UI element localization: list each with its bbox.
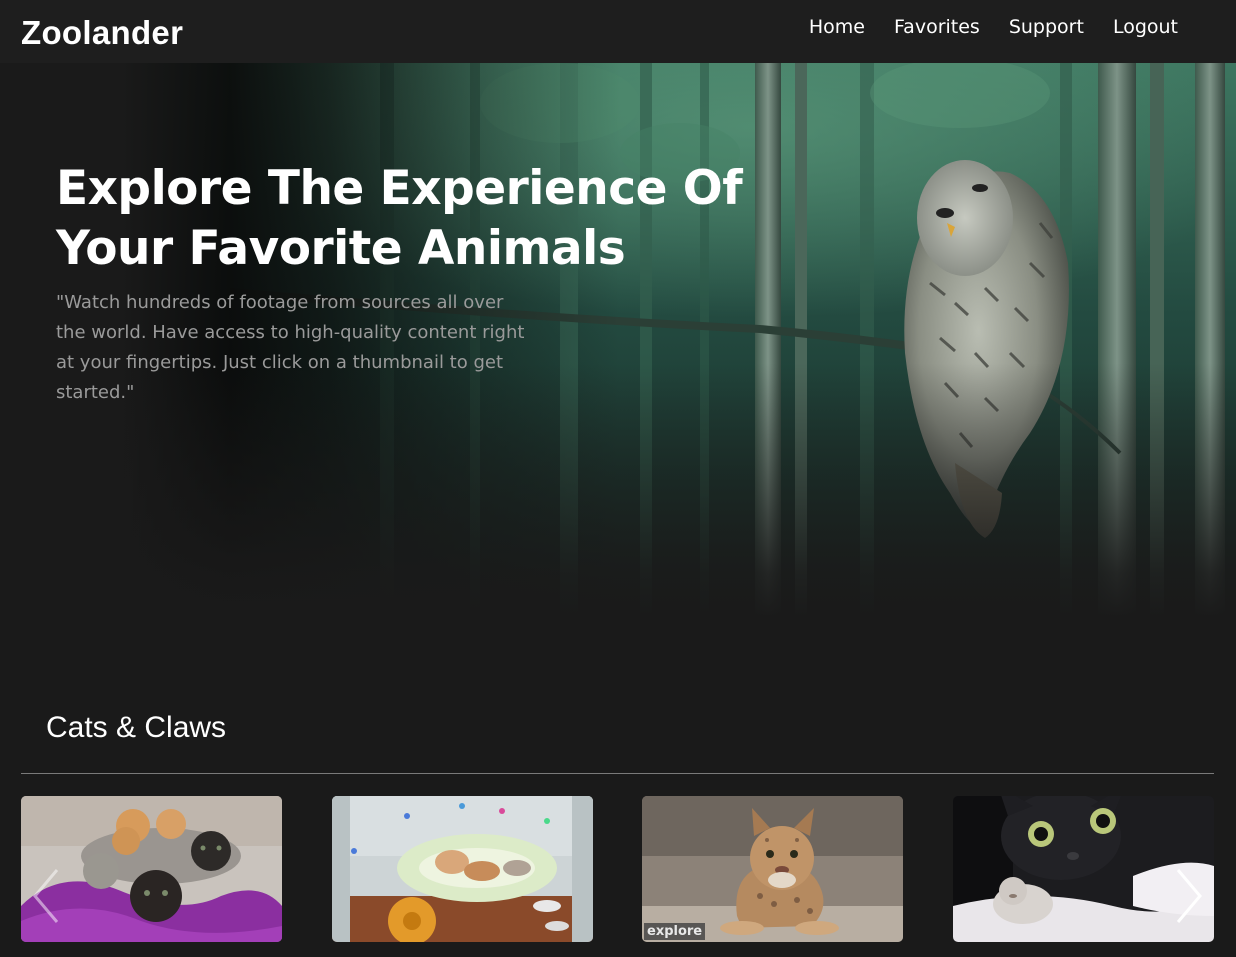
nav-link-logout[interactable]: Logout xyxy=(1113,16,1178,38)
chevron-left-icon[interactable] xyxy=(29,866,65,926)
section-title: Cats & Claws xyxy=(46,711,227,744)
explore-badge: explore xyxy=(644,923,706,940)
video-thumbnail-2[interactable] xyxy=(332,796,593,942)
brand-logo[interactable]: Zoolander xyxy=(21,14,183,52)
hero-description: "Watch hundreds of footage from sources … xyxy=(56,292,525,403)
hero-title-line-1: Explore The Experience Of xyxy=(56,161,743,216)
nav-links: Home Favorites Support Logout xyxy=(809,16,1178,38)
video-thumbnail-1[interactable] xyxy=(21,796,282,942)
kittens-pen-image xyxy=(332,796,593,942)
nav-link-home[interactable]: Home xyxy=(809,16,865,38)
nav-link-support[interactable]: Support xyxy=(1009,16,1084,38)
bobcat-kitten-image xyxy=(642,796,903,942)
section-divider xyxy=(21,773,1214,774)
video-carousel: explore xyxy=(21,796,1214,942)
nav-link-favorites[interactable]: Favorites xyxy=(894,16,980,38)
hero-title: Explore The Experience Of Your Favorite … xyxy=(56,159,756,279)
hero-banner: Explore The Experience Of Your Favorite … xyxy=(0,63,1236,623)
video-thumbnail-3[interactable]: explore xyxy=(642,796,903,942)
hero-title-line-2: Your Favorite Animals xyxy=(56,221,626,276)
video-thumbnail-4[interactable] xyxy=(953,796,1214,942)
navbar: Zoolander Home Favorites Support Logout xyxy=(0,0,1236,63)
chevron-right-icon[interactable] xyxy=(1170,866,1206,926)
